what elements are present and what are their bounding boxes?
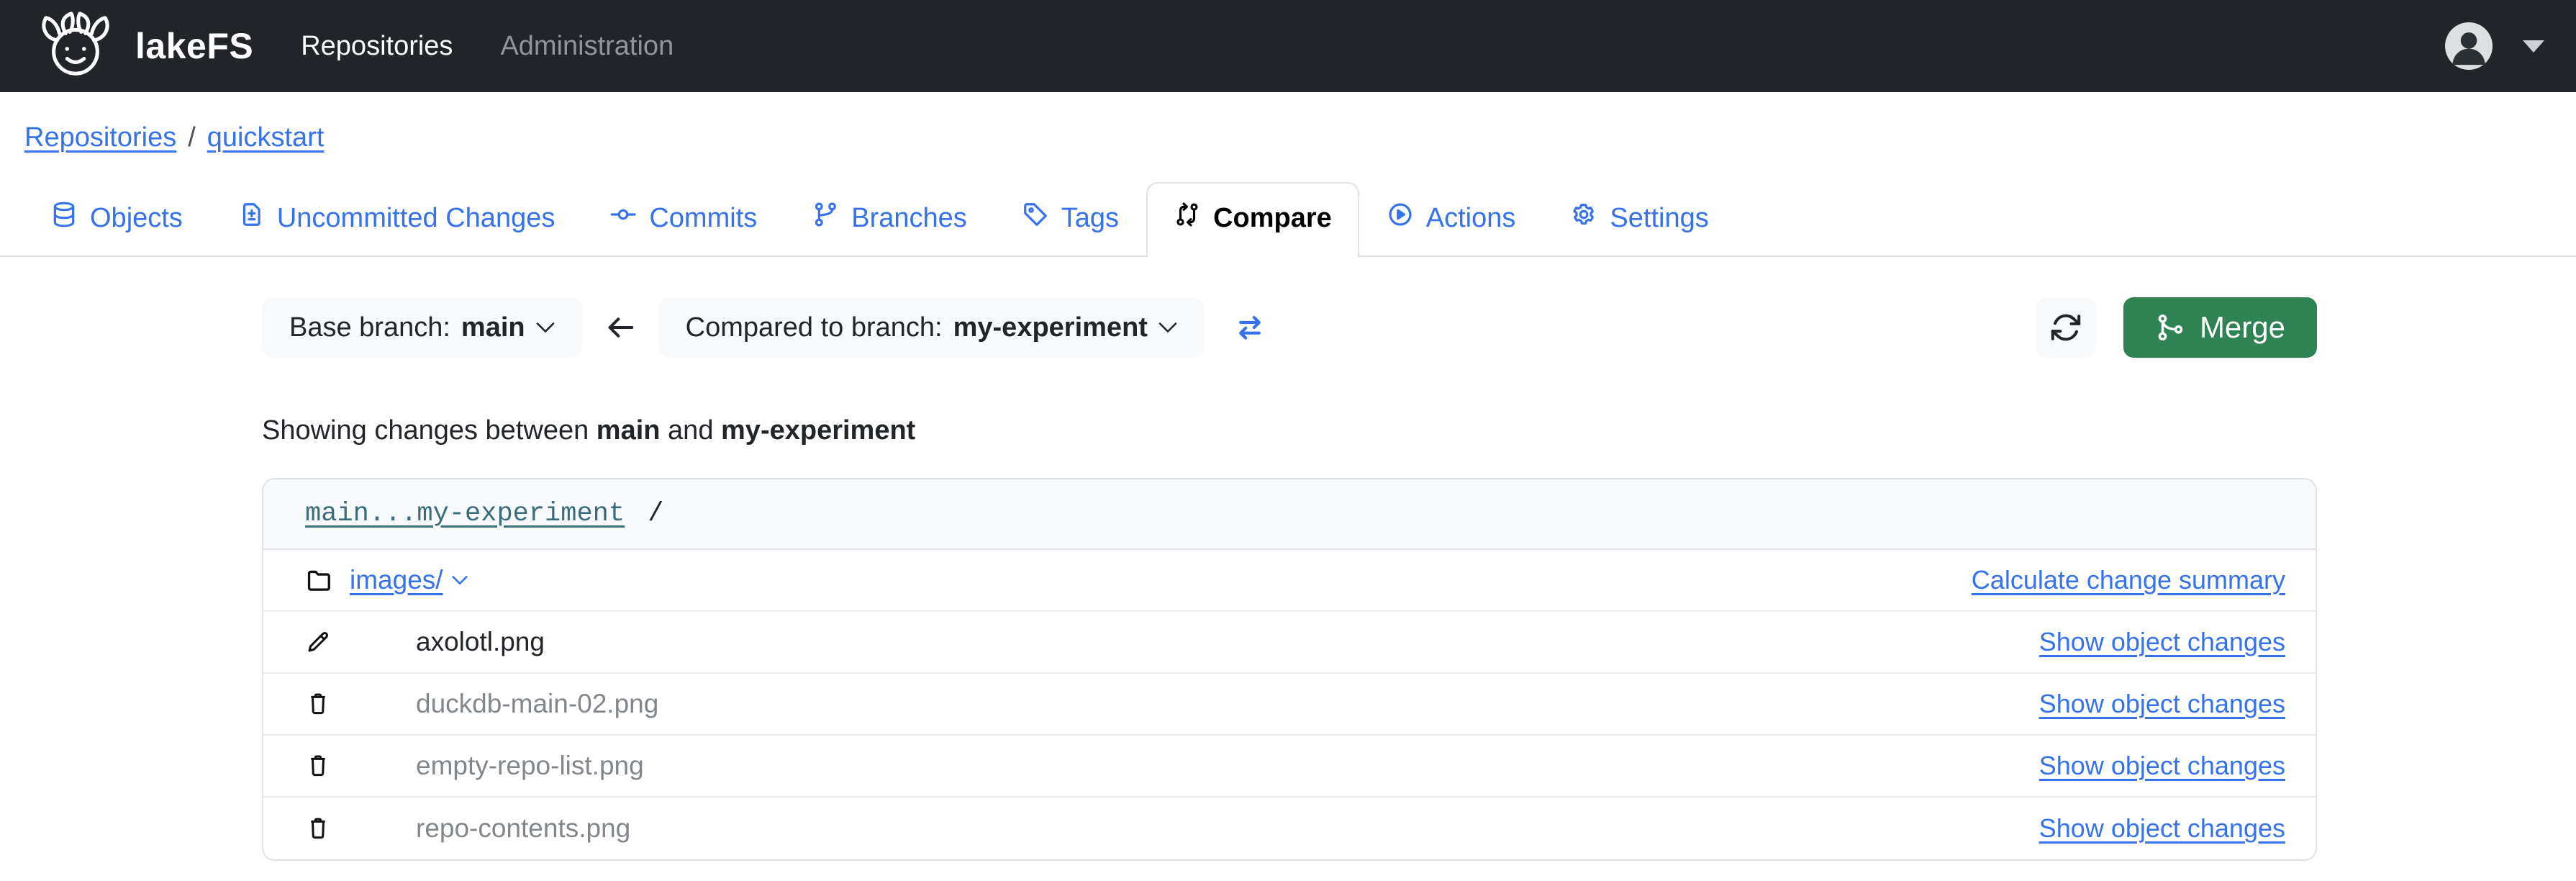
tag-icon	[1022, 201, 1049, 235]
breadcrumb: Repositories / quickstart	[24, 122, 2576, 153]
compare-icon	[1174, 201, 1201, 235]
tab-compare[interactable]: Compare	[1146, 182, 1359, 257]
diff-row: repo-contents.png Show object changes	[263, 798, 2316, 859]
brand-home-link[interactable]: lakeFS	[33, 11, 253, 82]
main-nav: Repositories Administration	[301, 31, 674, 62]
file-name: duckdb-main-02.png	[416, 689, 659, 718]
tab-objects[interactable]: Objects	[23, 182, 210, 256]
show-object-changes-link[interactable]: Show object changes	[2039, 751, 2285, 781]
tab-commits[interactable]: Commits	[582, 182, 784, 256]
repo-tabs: Objects Uncommitted Changes Commits Bran…	[0, 182, 2576, 257]
tab-settings[interactable]: Settings	[1543, 182, 1736, 256]
breadcrumb-quickstart[interactable]: quickstart	[207, 122, 325, 153]
tab-actions[interactable]: Actions	[1359, 182, 1543, 256]
trash-icon	[305, 753, 340, 779]
trash-icon	[305, 691, 340, 717]
merge-button[interactable]: Merge	[2123, 297, 2317, 358]
path-suffix: /	[648, 499, 664, 529]
diff-card: main...my-experiment / images/ Calculate…	[262, 478, 2317, 861]
calculate-change-summary-link[interactable]: Calculate change summary	[1972, 565, 2285, 595]
commit-icon	[609, 201, 637, 235]
refresh-button[interactable]	[2035, 297, 2096, 358]
base-branch-dropdown[interactable]: Base branch: main	[262, 297, 582, 358]
diff-row: duckdb-main-02.png Show object changes	[263, 674, 2316, 736]
refresh-icon	[2049, 311, 2082, 344]
branch-icon	[812, 201, 839, 235]
play-circle-icon	[1387, 201, 1414, 235]
arrow-left-icon	[604, 315, 637, 340]
chevron-down-icon	[536, 322, 555, 334]
show-object-changes-link[interactable]: Show object changes	[2039, 689, 2285, 719]
user-menu-toggle[interactable]	[2445, 22, 2544, 70]
ref-range-link[interactable]: main...my-experiment	[305, 499, 625, 529]
brand-title: lakeFS	[135, 26, 254, 66]
folder-row: images/ Calculate change summary	[263, 550, 2316, 612]
folder-icon	[305, 566, 340, 594]
chevron-down-icon[interactable]	[451, 575, 468, 586]
swap-arrows-icon[interactable]	[1229, 311, 1271, 344]
folder-link[interactable]: images/	[350, 565, 443, 595]
file-name: repo-contents.png	[416, 813, 631, 843]
axolotl-logo	[33, 11, 118, 82]
changes-summary-text: Showing changes between main and my-expe…	[262, 415, 916, 446]
git-merge-icon	[2155, 312, 2185, 343]
chevron-down-icon	[1158, 322, 1177, 334]
show-object-changes-link[interactable]: Show object changes	[2039, 813, 2285, 844]
tab-branches[interactable]: Branches	[784, 182, 994, 256]
nav-item-repositories[interactable]: Repositories	[301, 31, 453, 62]
diff-row: empty-repo-list.png Show object changes	[263, 736, 2316, 798]
trash-icon	[305, 816, 340, 841]
diff-row: axolotl.png Show object changes	[263, 612, 2316, 674]
breadcrumb-repositories[interactable]: Repositories	[24, 122, 176, 153]
breadcrumb-separator: /	[188, 122, 196, 153]
file-diff-icon	[237, 201, 265, 235]
caret-down-icon	[2523, 40, 2544, 53]
tab-tags[interactable]: Tags	[994, 182, 1146, 256]
diff-card-header: main...my-experiment /	[263, 479, 2316, 550]
user-avatar-icon	[2445, 22, 2493, 70]
show-object-changes-link[interactable]: Show object changes	[2039, 627, 2285, 657]
top-navbar: lakeFS Repositories Administration	[0, 0, 2576, 92]
pencil-icon	[305, 629, 340, 655]
tab-uncommitted-changes[interactable]: Uncommitted Changes	[210, 182, 583, 256]
compare-controls: Base branch: main Compared to branch: my…	[262, 297, 2317, 358]
nav-item-administration[interactable]: Administration	[500, 31, 674, 62]
file-name: axolotl.png	[416, 627, 545, 656]
compared-branch-dropdown[interactable]: Compared to branch: my-experiment	[658, 297, 1205, 358]
file-name: empty-repo-list.png	[416, 751, 644, 780]
gear-icon	[1570, 201, 1597, 235]
database-icon	[50, 201, 78, 235]
